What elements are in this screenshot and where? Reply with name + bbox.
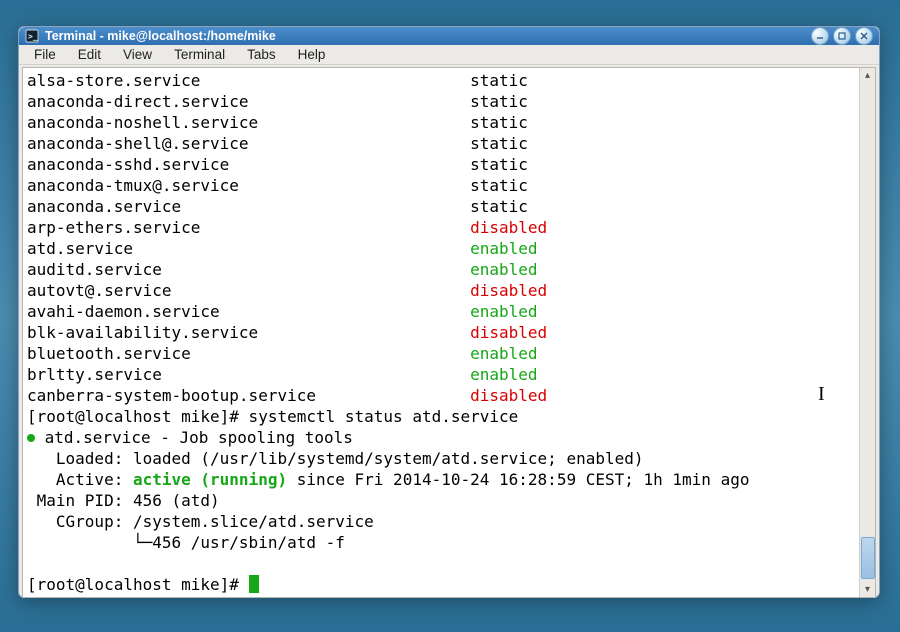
close-button[interactable] <box>855 27 873 45</box>
menu-help[interactable]: Help <box>289 45 335 64</box>
menu-view[interactable]: View <box>114 45 161 64</box>
window-buttons <box>811 27 873 45</box>
terminal-window: >_ Terminal - mike@localhost:/home/mike … <box>18 26 880 598</box>
menu-file[interactable]: File <box>25 45 65 64</box>
svg-text:>_: >_ <box>28 32 38 41</box>
menu-tabs[interactable]: Tabs <box>238 45 285 64</box>
terminal-app-icon: >_ <box>25 29 39 43</box>
scrollbar[interactable]: ▴ ▾ <box>859 68 875 597</box>
scroll-down-button[interactable]: ▾ <box>860 582 875 597</box>
maximize-button[interactable] <box>833 27 851 45</box>
menubar: FileEditViewTerminalTabsHelp <box>19 45 879 65</box>
scroll-up-button[interactable]: ▴ <box>860 68 875 83</box>
menu-edit[interactable]: Edit <box>69 45 110 64</box>
terminal-viewport: alsa-store.service static anaconda-direc… <box>22 67 876 598</box>
minimize-button[interactable] <box>811 27 829 45</box>
menu-terminal[interactable]: Terminal <box>165 45 234 64</box>
terminal-output[interactable]: alsa-store.service static anaconda-direc… <box>23 68 859 597</box>
scroll-thumb[interactable] <box>861 537 875 579</box>
titlebar[interactable]: >_ Terminal - mike@localhost:/home/mike <box>19 27 879 45</box>
window-title: Terminal - mike@localhost:/home/mike <box>45 29 811 43</box>
